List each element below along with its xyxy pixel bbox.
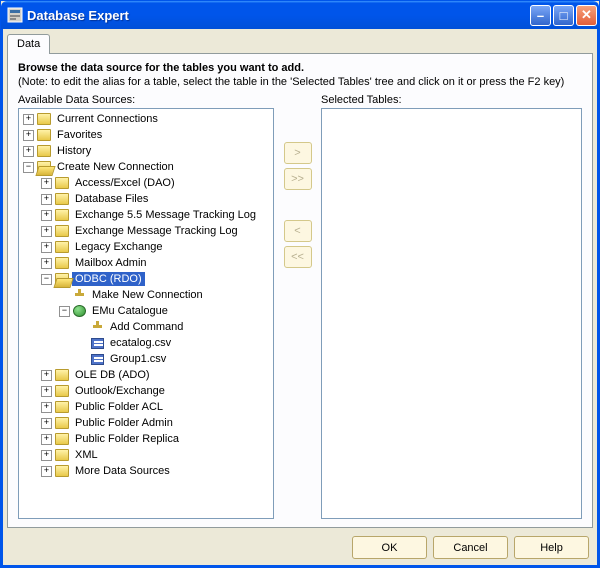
- tree-item-more-data-sources[interactable]: More Data Sources: [39, 463, 273, 479]
- tree-item-public-folder-replica[interactable]: Public Folder Replica: [39, 431, 273, 447]
- remove-all-button[interactable]: <<: [284, 246, 312, 268]
- mover-buttons: > >> < <<: [274, 94, 321, 519]
- tree-item-group1-csv[interactable]: Group1.csv: [75, 351, 273, 367]
- add-all-button[interactable]: >>: [284, 168, 312, 190]
- database-expert-window: Database Expert – □ ✕ Data Browse the da…: [0, 0, 600, 568]
- tree-item-public-folder-admin[interactable]: Public Folder Admin: [39, 415, 273, 431]
- tree-item-ole-db-ado[interactable]: OLE DB (ADO): [39, 367, 273, 383]
- folder-icon: [55, 433, 69, 445]
- folder-icon: [55, 209, 69, 221]
- expand-icon[interactable]: [41, 370, 52, 381]
- wand-icon: [73, 289, 86, 301]
- tree-item-mailbox-admin[interactable]: Mailbox Admin: [39, 255, 273, 271]
- page-note: (Note: to edit the alias for a table, se…: [18, 76, 582, 88]
- tree-item-emu-catalogue[interactable]: EMu Catalogue: [57, 303, 273, 319]
- folder-icon: [55, 177, 69, 189]
- maximize-button[interactable]: □: [553, 5, 574, 26]
- folder-icon: [37, 145, 51, 157]
- expand-icon[interactable]: [23, 114, 34, 125]
- collapse-icon[interactable]: [23, 162, 34, 173]
- page-heading: Browse the data source for the tables yo…: [18, 62, 582, 74]
- tree-item-history[interactable]: History: [21, 143, 273, 159]
- close-button[interactable]: ✕: [576, 5, 597, 26]
- folder-icon: [55, 225, 69, 237]
- tree-item-outlook-exchange[interactable]: Outlook/Exchange: [39, 383, 273, 399]
- minimize-button[interactable]: –: [530, 5, 551, 26]
- cancel-button[interactable]: Cancel: [433, 536, 508, 559]
- expand-icon[interactable]: [23, 130, 34, 141]
- tabstrip: Data: [7, 34, 593, 54]
- folder-icon: [55, 385, 69, 397]
- tab-data[interactable]: Data: [7, 34, 50, 54]
- wand-icon: [91, 321, 104, 333]
- folder-open-icon: [55, 273, 69, 285]
- tree-item-legacy-exchange[interactable]: Legacy Exchange: [39, 239, 273, 255]
- expand-icon[interactable]: [23, 146, 34, 157]
- expand-icon[interactable]: [41, 402, 52, 413]
- tree-item-create-new-connection[interactable]: Create New Connection: [21, 159, 273, 175]
- window-title: Database Expert: [27, 8, 530, 23]
- tree-item-xml[interactable]: XML: [39, 447, 273, 463]
- ok-button[interactable]: OK: [352, 536, 427, 559]
- tree-item-database-files[interactable]: Database Files: [39, 191, 273, 207]
- tree-item-favorites[interactable]: Favorites: [21, 127, 273, 143]
- expand-icon[interactable]: [41, 418, 52, 429]
- folder-icon: [37, 129, 51, 141]
- expand-icon[interactable]: [41, 450, 52, 461]
- expand-icon[interactable]: [41, 226, 52, 237]
- folder-icon: [55, 193, 69, 205]
- expand-icon[interactable]: [41, 466, 52, 477]
- collapse-icon[interactable]: [59, 306, 70, 317]
- expand-icon[interactable]: [41, 434, 52, 445]
- expand-icon[interactable]: [41, 242, 52, 253]
- table-icon: [91, 338, 104, 349]
- table-icon: [91, 354, 104, 365]
- datasource-icon: [73, 305, 86, 317]
- selected-label: Selected Tables:: [321, 94, 582, 106]
- tree-item-access-excel-dao[interactable]: Access/Excel (DAO): [39, 175, 273, 191]
- folder-icon: [55, 401, 69, 413]
- expand-icon[interactable]: [41, 258, 52, 269]
- add-button[interactable]: >: [284, 142, 312, 164]
- expand-icon[interactable]: [41, 386, 52, 397]
- tree-item-ecatalog-csv[interactable]: ecatalog.csv: [75, 335, 273, 351]
- folder-open-icon: [37, 161, 51, 173]
- help-button[interactable]: Help: [514, 536, 589, 559]
- folder-icon: [55, 449, 69, 461]
- available-tree[interactable]: Current Connections Favorites History Cr…: [18, 108, 274, 519]
- folder-icon: [55, 465, 69, 477]
- folder-icon: [55, 369, 69, 381]
- tree-item-public-folder-acl[interactable]: Public Folder ACL: [39, 399, 273, 415]
- folder-icon: [55, 417, 69, 429]
- app-icon: [7, 7, 23, 23]
- folder-icon: [37, 113, 51, 125]
- remove-button[interactable]: <: [284, 220, 312, 242]
- tree-item-add-command[interactable]: Add Command: [75, 319, 273, 335]
- dialog-buttons: OK Cancel Help: [7, 528, 593, 561]
- data-tabpage: Browse the data source for the tables yo…: [7, 53, 593, 528]
- tree-item-exchange-tracking[interactable]: Exchange Message Tracking Log: [39, 223, 273, 239]
- titlebar[interactable]: Database Expert – □ ✕: [1, 1, 599, 29]
- collapse-icon[interactable]: [41, 274, 52, 285]
- expand-icon[interactable]: [41, 210, 52, 221]
- tree-item-odbc-rdo[interactable]: ODBC (RDO): [39, 271, 273, 287]
- folder-icon: [55, 257, 69, 269]
- client-area: Data Browse the data source for the tabl…: [1, 29, 599, 567]
- available-label: Available Data Sources:: [18, 94, 274, 106]
- tree-item-current-connections[interactable]: Current Connections: [21, 111, 273, 127]
- expand-icon[interactable]: [41, 194, 52, 205]
- selected-tables-list[interactable]: [321, 108, 582, 519]
- folder-icon: [55, 241, 69, 253]
- tree-item-make-new-connection[interactable]: Make New Connection: [57, 287, 273, 303]
- expand-icon[interactable]: [41, 178, 52, 189]
- tree-item-exchange55-tracking[interactable]: Exchange 5.5 Message Tracking Log: [39, 207, 273, 223]
